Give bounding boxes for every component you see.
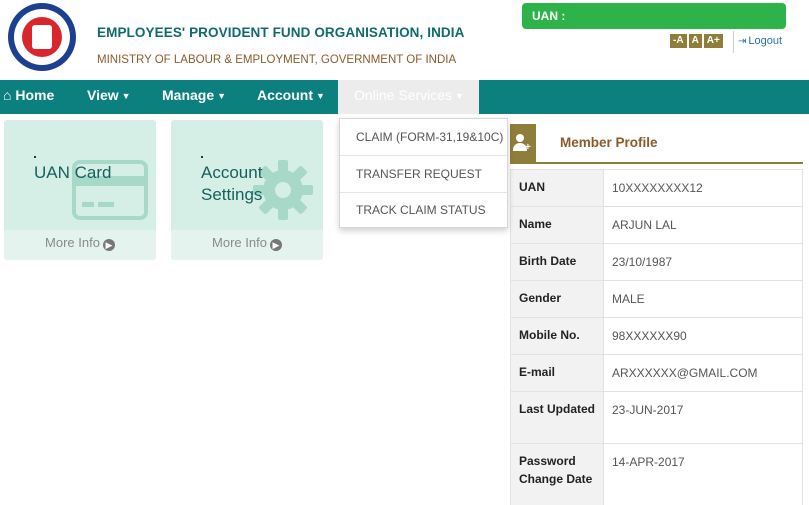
nav-view-label: View <box>87 87 119 103</box>
row-label: Gender <box>510 280 604 318</box>
chevron-down-icon: ▼ <box>455 91 464 101</box>
home-icon: ⌂ <box>3 87 12 103</box>
nav-home-label: Home <box>15 87 55 103</box>
nav-online-services[interactable]: Online Services ▼ <box>338 80 479 114</box>
uan-label: UAN : <box>532 9 566 23</box>
uan-card-tile[interactable]: UAN Card More Info ▶ <box>4 120 156 260</box>
arrow-right-icon: ▶ <box>102 239 115 251</box>
logout-link[interactable]: ⇥ Logout <box>738 35 782 47</box>
member-profile-table: UAN 10XXXXXXXX12 Name ARJUN LAL Birth Da… <box>510 169 803 505</box>
org-subtitle: MINISTRY OF LABOUR & EMPLOYMENT, GOVERNM… <box>97 54 457 66</box>
row-value: 14-APR-2017 <box>603 443 803 505</box>
arrow-right-icon: ▶ <box>269 239 282 251</box>
font-size-controls: -A A A+ <box>670 34 723 48</box>
decorative-dot <box>34 156 36 158</box>
nav-account-label: Account <box>257 87 313 103</box>
org-title: EMPLOYEES' PROVIDENT FUND ORGANISATION, … <box>97 25 465 40</box>
add-user-icon: + <box>510 124 536 162</box>
account-settings-more-info-link[interactable]: More Info ▶ <box>171 230 323 260</box>
nav-home[interactable]: ⌂ Home <box>3 80 54 114</box>
chevron-down-icon: ▼ <box>217 91 227 101</box>
chevron-down-icon: ▼ <box>316 91 325 101</box>
uan-display: UAN : <box>522 3 786 29</box>
uan-card-more-info-link[interactable]: More Info ▶ <box>4 230 156 260</box>
font-reset-button[interactable]: A <box>688 34 702 48</box>
row-label: Name <box>510 206 604 244</box>
font-decrease-button[interactable]: -A <box>670 34 687 48</box>
nav-manage-label: Manage <box>162 87 215 103</box>
table-row: UAN 10XXXXXXXX12 <box>510 169 803 207</box>
table-row: Birth Date 23/10/1987 <box>510 243 803 281</box>
page-header: EMPLOYEES' PROVIDENT FUND ORGANISATION, … <box>0 0 809 80</box>
member-profile-title: Member Profile <box>560 135 658 150</box>
table-row: E-mail ARXXXXXX@GMAIL.COM <box>510 354 803 392</box>
table-row: Gender MALE <box>510 280 803 318</box>
epfo-logo <box>8 3 76 71</box>
row-value: 23-JUN-2017 <box>603 391 803 444</box>
row-label: Password Change Date <box>510 443 604 505</box>
main-navbar: ⌂ Home View ▼ Manage ▼ Account ▼ Online Ser… <box>0 80 809 114</box>
member-profile-header: + Member Profile <box>510 124 803 164</box>
nav-account[interactable]: Account ▼ <box>257 80 325 114</box>
table-row: Password Change Date 14-APR-2017 <box>510 443 803 505</box>
row-value: 23/10/1987 <box>603 243 803 281</box>
row-value: 10XXXXXXXX12 <box>603 169 803 207</box>
table-row: Last Updated 23-JUN-2017 <box>510 391 803 444</box>
row-label: E-mail <box>510 354 604 392</box>
row-value: ARXXXXXX@GMAIL.COM <box>603 354 803 392</box>
dropdown-item-claim[interactable]: CLAIM (FORM-31,19&10C) <box>340 119 507 155</box>
row-value: 98XXXXXX90 <box>603 317 803 355</box>
row-value: ARJUN LAL <box>603 206 803 244</box>
nav-manage[interactable]: Manage ▼ <box>162 80 226 114</box>
row-value: MALE <box>603 280 803 318</box>
row-label: Last Updated <box>510 391 604 444</box>
logout-label: Logout <box>748 35 783 47</box>
more-info-label: More Info <box>45 235 100 250</box>
row-label: UAN <box>510 169 604 207</box>
uan-card-title: UAN Card <box>34 163 112 182</box>
table-row: Name ARJUN LAL <box>510 206 803 244</box>
dropdown-item-track-claim-status[interactable]: TRACK CLAIM STATUS <box>340 192 507 228</box>
dropdown-item-transfer-request[interactable]: TRANSFER REQUEST <box>340 156 507 192</box>
nav-online-services-label: Online Services <box>354 87 453 103</box>
row-label: Birth Date <box>510 243 604 281</box>
table-row: Mobile No. 98XXXXXX90 <box>510 317 803 355</box>
online-services-dropdown: CLAIM (FORM-31,19&10C) TRANSFER REQUEST … <box>339 118 508 228</box>
header-divider <box>733 31 734 53</box>
more-info-label: More Info <box>212 235 267 250</box>
logout-icon: ⇥ <box>738 36 747 47</box>
nav-view[interactable]: View ▼ <box>87 80 131 114</box>
row-label: Mobile No. <box>510 317 604 355</box>
decorative-dot <box>201 156 203 158</box>
font-increase-button[interactable]: A+ <box>703 34 723 48</box>
account-settings-title: Account Settings <box>201 163 263 204</box>
chevron-down-icon: ▼ <box>121 91 131 101</box>
account-settings-tile[interactable]: Account Settings More Info ▶ <box>171 120 323 260</box>
